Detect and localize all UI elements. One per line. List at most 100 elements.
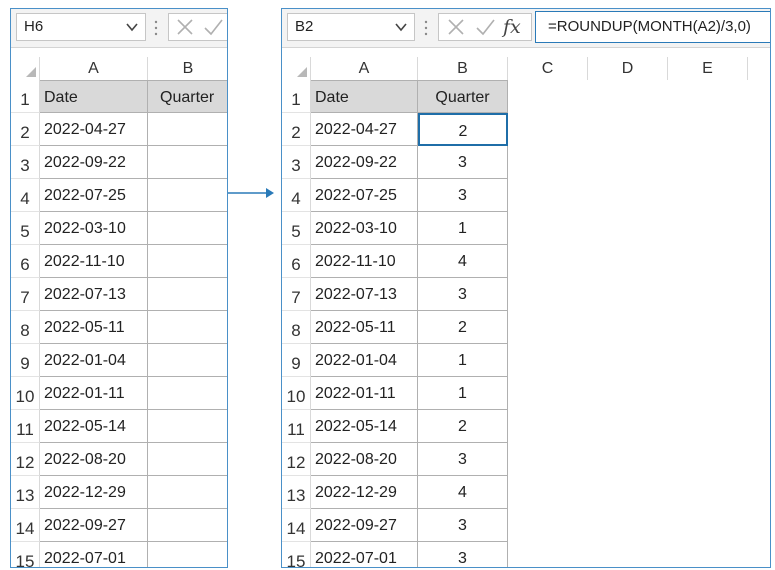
date-cell[interactable]: 2022-09-27 <box>40 509 148 542</box>
check-icon[interactable] <box>203 17 223 37</box>
date-cell[interactable]: 2022-12-29 <box>311 476 418 509</box>
row-header[interactable]: 2 <box>11 113 40 146</box>
date-cell[interactable]: 2022-01-04 <box>40 344 148 377</box>
quarter-cell[interactable] <box>148 344 227 377</box>
date-cell[interactable]: 2022-09-27 <box>311 509 418 542</box>
header-cell-quarter[interactable]: Quarter <box>148 80 227 113</box>
row-header[interactable]: 10 <box>282 377 311 410</box>
row-header[interactable]: 3 <box>282 146 311 179</box>
row-header[interactable]: 8 <box>11 311 40 344</box>
quarter-cell[interactable]: 2 <box>418 113 508 146</box>
date-cell[interactable]: 2022-12-29 <box>40 476 148 509</box>
date-cell[interactable]: 2022-09-22 <box>311 146 418 179</box>
quarter-cell[interactable]: 2 <box>418 311 508 344</box>
date-cell[interactable]: 2022-03-10 <box>311 212 418 245</box>
date-cell[interactable]: 2022-07-01 <box>311 542 418 567</box>
name-box[interactable]: H6 <box>16 13 146 41</box>
row-header[interactable]: 10 <box>11 377 40 410</box>
row-header[interactable]: 9 <box>11 344 40 377</box>
row-header[interactable]: 9 <box>282 344 311 377</box>
fx-icon[interactable]: fx <box>503 14 521 40</box>
header-cell-date[interactable]: Date <box>40 80 148 113</box>
quarter-cell[interactable] <box>148 146 227 179</box>
quarter-cell[interactable]: 4 <box>418 245 508 278</box>
row-header[interactable]: 6 <box>282 245 311 278</box>
quarter-cell[interactable] <box>148 410 227 443</box>
quarter-cell[interactable] <box>148 212 227 245</box>
date-cell[interactable]: 2022-11-10 <box>311 245 418 278</box>
date-cell[interactable]: 2022-08-20 <box>40 443 148 476</box>
row-header[interactable]: 1 <box>11 80 40 113</box>
quarter-cell[interactable]: 3 <box>418 542 508 567</box>
formula-input[interactable]: =ROUNDUP(MONTH(A2)/3,0) <box>535 11 770 43</box>
date-cell[interactable]: 2022-05-14 <box>311 410 418 443</box>
quarter-cell[interactable]: 3 <box>418 509 508 542</box>
date-cell[interactable]: 2022-08-20 <box>311 443 418 476</box>
quarter-cell[interactable] <box>148 509 227 542</box>
row-header[interactable]: 12 <box>11 443 40 476</box>
date-cell[interactable]: 2022-07-13 <box>40 278 148 311</box>
column-header-d[interactable]: D <box>588 57 668 80</box>
quarter-cell[interactable] <box>148 311 227 344</box>
select-all-corner[interactable] <box>282 57 311 80</box>
quarter-cell[interactable]: 2 <box>418 410 508 443</box>
date-cell[interactable]: 2022-05-11 <box>311 311 418 344</box>
quarter-cell[interactable]: 1 <box>418 344 508 377</box>
date-cell[interactable]: 2022-07-13 <box>311 278 418 311</box>
quarter-cell[interactable] <box>148 377 227 410</box>
row-header[interactable]: 11 <box>282 410 311 443</box>
row-header[interactable]: 5 <box>282 212 311 245</box>
select-all-corner[interactable] <box>11 57 40 80</box>
name-box[interactable]: B2 <box>287 13 415 41</box>
column-header-b[interactable]: B <box>418 57 508 80</box>
date-cell[interactable]: 2022-09-22 <box>40 146 148 179</box>
column-header-a[interactable]: A <box>311 57 418 80</box>
header-cell-quarter[interactable]: Quarter <box>418 80 508 113</box>
row-header[interactable]: 13 <box>282 476 311 509</box>
row-header[interactable]: 12 <box>282 443 311 476</box>
row-header[interactable]: 5 <box>11 212 40 245</box>
row-header[interactable]: 14 <box>282 509 311 542</box>
row-header[interactable]: 13 <box>11 476 40 509</box>
date-cell[interactable]: 2022-01-11 <box>311 377 418 410</box>
date-cell[interactable]: 2022-03-10 <box>40 212 148 245</box>
quarter-cell[interactable] <box>148 245 227 278</box>
x-icon[interactable] <box>446 17 466 37</box>
quarter-cell[interactable] <box>148 113 227 146</box>
date-cell[interactable]: 2022-11-10 <box>40 245 148 278</box>
quarter-cell[interactable] <box>148 476 227 509</box>
column-header-e[interactable]: E <box>668 57 748 80</box>
row-header[interactable]: 15 <box>11 542 40 567</box>
header-cell-date[interactable]: Date <box>311 80 418 113</box>
column-header-c[interactable]: C <box>508 57 588 80</box>
date-cell[interactable]: 2022-01-04 <box>311 344 418 377</box>
row-header[interactable]: 15 <box>282 542 311 567</box>
quarter-cell[interactable] <box>148 278 227 311</box>
row-header[interactable]: 6 <box>11 245 40 278</box>
chevron-down-icon[interactable] <box>392 18 410 36</box>
quarter-cell[interactable]: 3 <box>418 146 508 179</box>
quarter-cell[interactable] <box>148 443 227 476</box>
row-header[interactable]: 1 <box>282 80 311 113</box>
date-cell[interactable]: 2022-04-27 <box>311 113 418 146</box>
date-cell[interactable]: 2022-05-14 <box>40 410 148 443</box>
date-cell[interactable]: 2022-04-27 <box>40 113 148 146</box>
date-cell[interactable]: 2022-05-11 <box>40 311 148 344</box>
row-header[interactable]: 8 <box>282 311 311 344</box>
quarter-cell[interactable] <box>148 542 227 567</box>
row-header[interactable]: 4 <box>11 179 40 212</box>
row-header[interactable]: 7 <box>282 278 311 311</box>
row-header[interactable]: 4 <box>282 179 311 212</box>
quarter-cell[interactable]: 3 <box>418 443 508 476</box>
check-icon[interactable] <box>475 17 495 37</box>
row-header[interactable]: 14 <box>11 509 40 542</box>
date-cell[interactable]: 2022-01-11 <box>40 377 148 410</box>
row-header[interactable]: 7 <box>11 278 40 311</box>
column-header-a[interactable]: A <box>40 57 148 80</box>
quarter-cell[interactable]: 1 <box>418 212 508 245</box>
quarter-cell[interactable]: 4 <box>418 476 508 509</box>
row-header[interactable]: 11 <box>11 410 40 443</box>
column-header-b[interactable]: B <box>148 57 227 80</box>
chevron-down-icon[interactable] <box>123 18 141 36</box>
row-header[interactable]: 3 <box>11 146 40 179</box>
